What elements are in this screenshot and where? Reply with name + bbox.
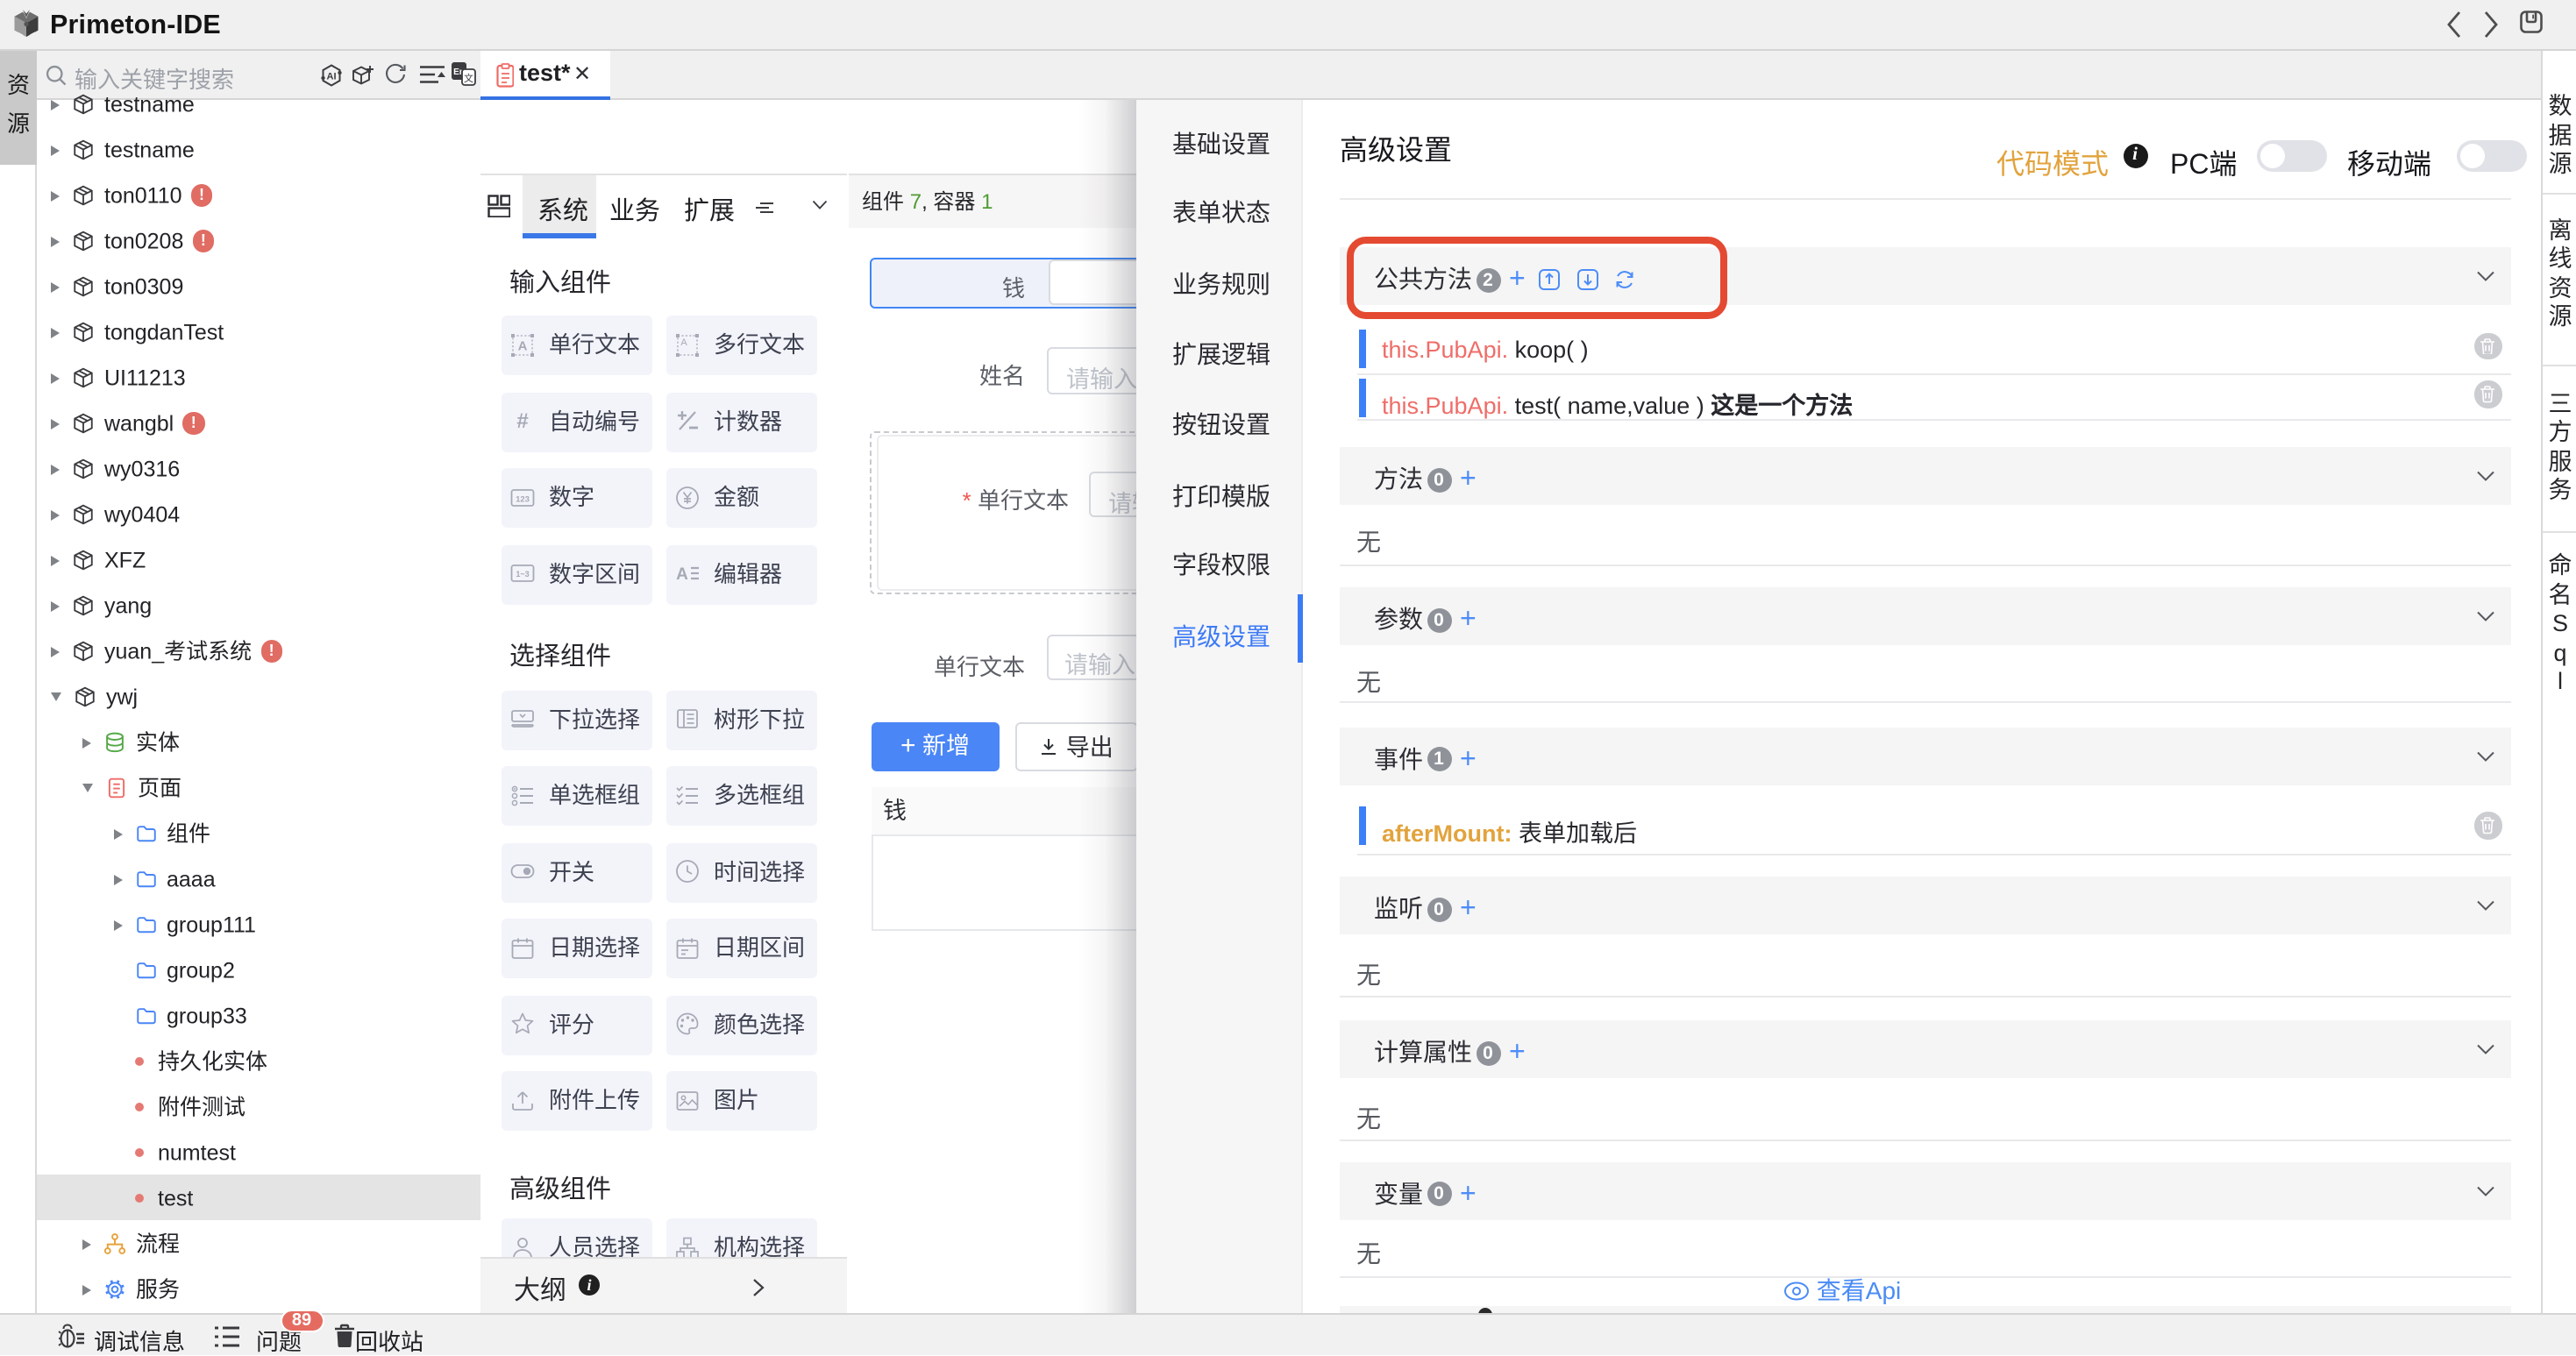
- svg-text:A: A: [680, 337, 687, 347]
- svg-text:#: #: [516, 409, 528, 433]
- svg-text:A: A: [518, 338, 528, 353]
- svg-text:1~3: 1~3: [516, 570, 529, 579]
- svg-text:A: A: [676, 565, 688, 584]
- svg-text:123: 123: [516, 494, 530, 504]
